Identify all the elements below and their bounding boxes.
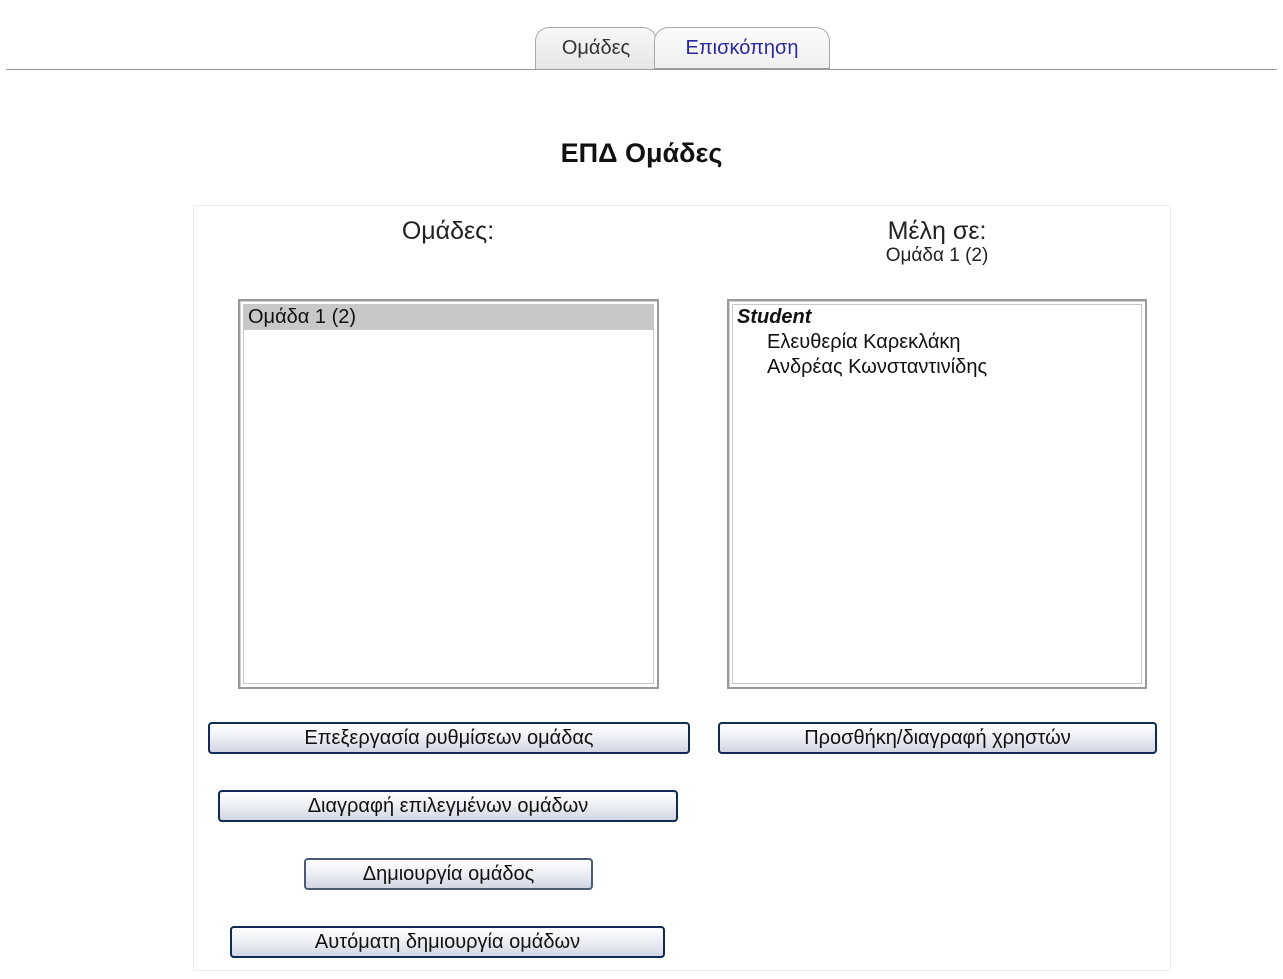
members-select-inner: Student Ελευθερία Καρεκλάκη Ανδρέας Κωνσ…	[732, 304, 1142, 684]
create-group-button[interactable]: Δημιουργία ομάδος	[304, 858, 593, 890]
edit-group-settings-button[interactable]: Επεξεργασία ρυθμίσεων ομάδας	[208, 722, 690, 754]
members-group-name: Ομάδα 1 (2)	[885, 245, 989, 266]
groups-page: Ομάδες Επισκόπηση ΕΠΔ Ομάδες Ομάδες: Μέλ…	[0, 0, 1283, 979]
groups-select[interactable]: Ομάδα 1 (2)	[238, 299, 659, 689]
tab-groups[interactable]: Ομάδες	[535, 27, 657, 69]
role-group-label: Student	[737, 306, 812, 328]
member-option[interactable]: Ελευθερία Καρεκλάκη	[733, 330, 1141, 355]
members-select[interactable]: Student Ελευθερία Καρεκλάκη Ανδρέας Κωνσ…	[727, 299, 1147, 689]
member-option[interactable]: Ανδρέας Κωνσταντινίδης	[733, 355, 1141, 380]
delete-selected-groups-button[interactable]: Διαγραφή επιλεγμένων ομάδων	[218, 790, 678, 822]
groups-select-inner: Ομάδα 1 (2)	[243, 304, 654, 684]
group-option[interactable]: Ομάδα 1 (2)	[244, 305, 653, 330]
page-title: ΕΠΔ Ομάδες	[560, 138, 723, 168]
tab-overview[interactable]: Επισκόπηση	[654, 27, 830, 69]
groups-heading: Ομάδες:	[401, 217, 495, 245]
add-remove-users-button[interactable]: Προσθήκη/διαγραφή χρηστών	[718, 722, 1157, 754]
tab-bar-baseline	[6, 69, 1277, 70]
auto-create-groups-button[interactable]: Αυτόματη δημιουργία ομάδων	[230, 926, 665, 958]
members-heading: Μέλη σε:	[887, 217, 987, 245]
